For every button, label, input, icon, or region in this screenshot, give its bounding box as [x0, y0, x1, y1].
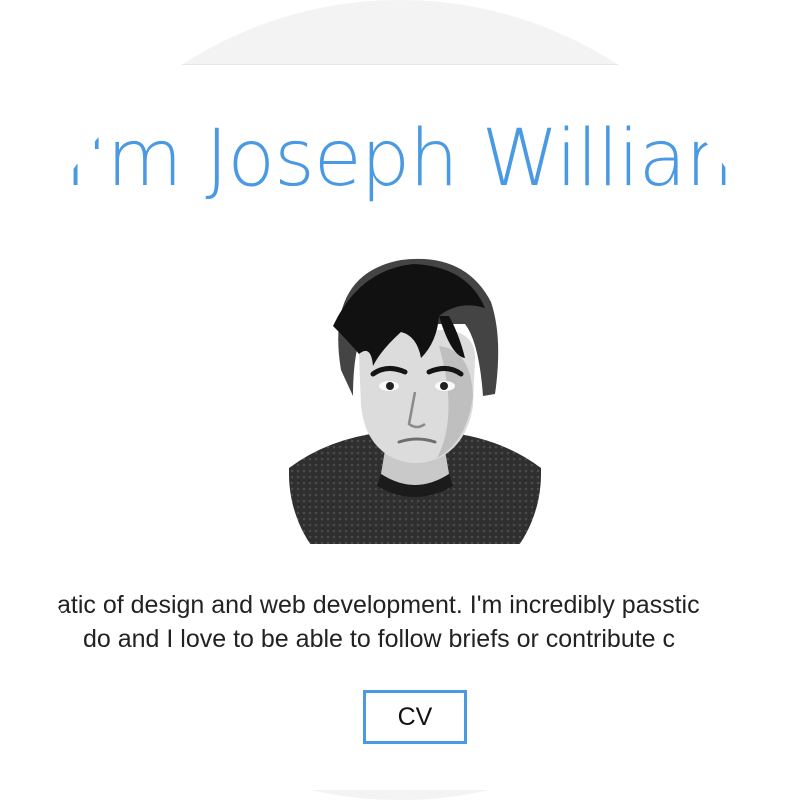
page-viewport: Hi, I'm Joseph Williams — [0, 0, 800, 800]
bio-line-2: do and I love to be able to follow brief… — [83, 625, 676, 653]
avatar-portrait-image — [289, 258, 541, 544]
bio-line-1: atic of design and web development. I'm … — [57, 591, 700, 619]
avatar — [289, 246, 541, 544]
header-bar — [0, 0, 800, 65]
footer-bar — [0, 790, 800, 800]
hero-heading-container: Hi, I'm Joseph Williams — [62, 108, 738, 218]
bio-text: atic of design and web development. I'm … — [57, 588, 745, 660]
hero-heading: Hi, I'm Joseph Williams — [62, 114, 738, 204]
cv-button[interactable]: CV — [363, 690, 467, 744]
